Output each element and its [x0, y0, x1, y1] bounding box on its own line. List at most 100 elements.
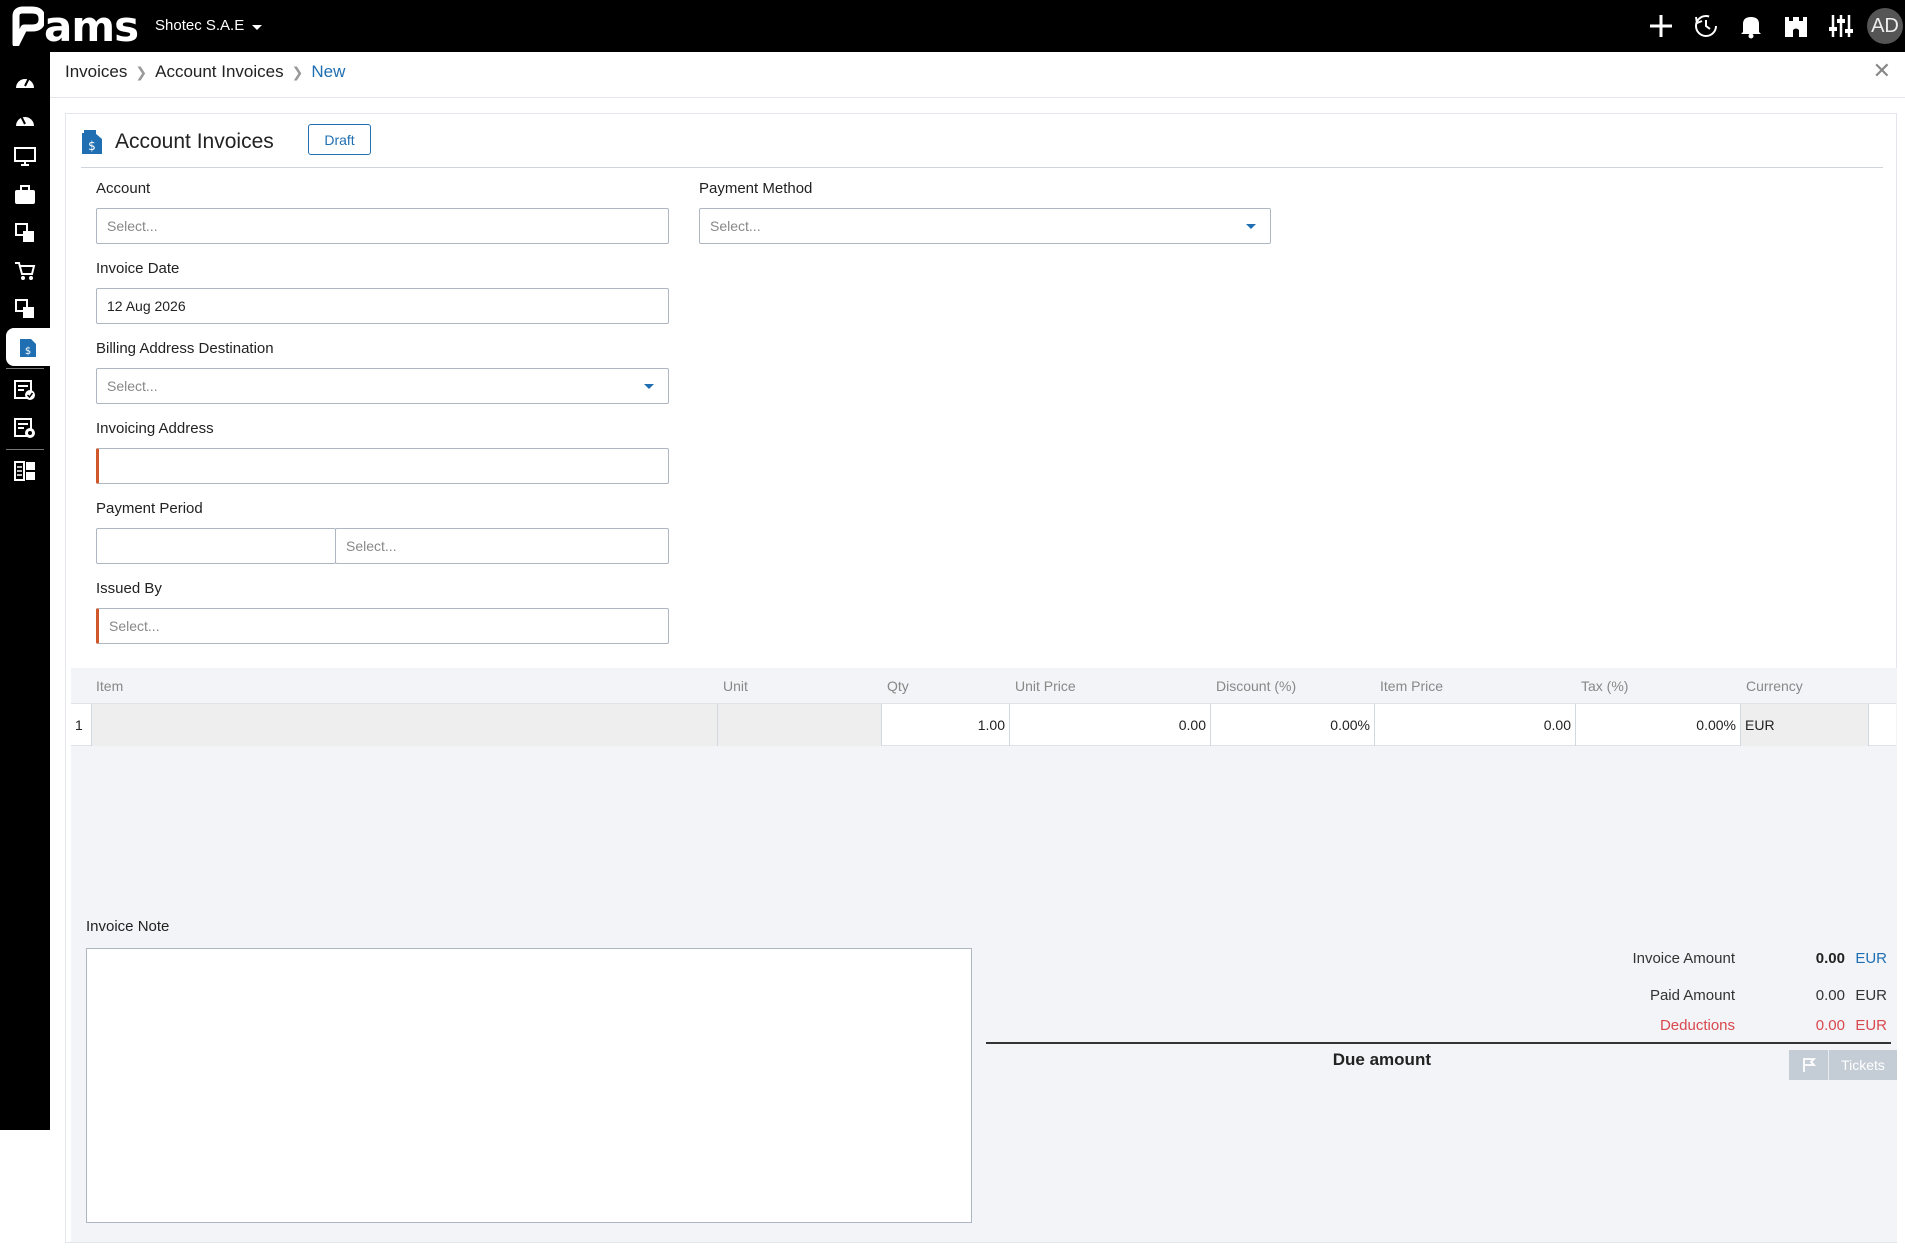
chevron-right-icon: ❯ — [291, 63, 304, 80]
issued-by-select[interactable]: Select... — [96, 608, 669, 644]
column-header-qty[interactable]: Qty — [887, 678, 909, 694]
chevron-down-icon — [252, 24, 263, 30]
column-header-item-price[interactable]: Item Price — [1380, 678, 1443, 694]
breadcrumb-new: New — [311, 62, 346, 81]
caret-down-icon — [644, 384, 654, 389]
breadcrumb-invoices[interactable]: Invoices — [65, 62, 127, 82]
payment-period-unit-placeholder: Select... — [346, 538, 397, 554]
deductions-row: Deductions 0.00 EUR — [1435, 1017, 1887, 1034]
breadcrumb: Invoices ❯ Account Invoices ❯ New — [65, 62, 345, 82]
sidebar-item-invoices[interactable]: $ — [6, 328, 50, 366]
sidebar-item-settings-doc[interactable] — [0, 409, 50, 447]
tickets-label: Tickets — [1841, 1057, 1885, 1073]
page-title: Account Invoices — [115, 130, 274, 153]
deductions-label[interactable]: Deductions — [1435, 1017, 1735, 1034]
table-row: 1 1.00 0.00 0.00% 0.00 0.00% EUR — [71, 704, 1896, 746]
cell-item-price[interactable]: 0.00 — [1375, 704, 1576, 746]
company-selector[interactable]: Shotec S.A.E — [155, 17, 263, 34]
issued-by-placeholder: Select... — [109, 618, 160, 634]
header-divider — [50, 97, 1905, 98]
form-header: $ Account Invoices — [81, 129, 274, 155]
close-icon[interactable]: ✕ — [1873, 58, 1891, 84]
logo-text: ams — [44, 1, 139, 51]
invoicing-address-input[interactable] — [96, 448, 669, 484]
avatar[interactable]: AD — [1867, 8, 1903, 44]
invoice-note-textarea[interactable] — [86, 948, 972, 1223]
column-header-currency[interactable]: Currency — [1746, 678, 1803, 694]
issued-by-label: Issued By — [96, 580, 162, 597]
company-name: Shotec S.A.E — [155, 17, 245, 34]
caret-down-icon — [1246, 224, 1256, 229]
payment-method-select[interactable]: Select... — [699, 208, 1271, 244]
breadcrumb-account-invoices[interactable]: Account Invoices — [155, 62, 284, 82]
invoice-amount-value: 0.00 — [1815, 950, 1845, 967]
grid-header: Item Unit Qty Unit Price Discount (%) It… — [71, 668, 1896, 704]
svg-text:$: $ — [25, 346, 31, 357]
monitor-icon — [14, 147, 36, 166]
sliders-icon — [1828, 15, 1853, 37]
billing-address-placeholder: Select... — [107, 378, 158, 394]
deductions-currency: EUR — [1855, 1017, 1887, 1034]
cell-unit-price[interactable]: 0.00 — [1010, 704, 1211, 746]
settings-button[interactable] — [1818, 0, 1863, 52]
sidebar-item-checklist[interactable] — [0, 371, 50, 409]
invoice-amount-currency[interactable]: EUR — [1845, 950, 1887, 967]
sidebar: $ — [0, 52, 50, 1130]
notifications-button[interactable] — [1728, 0, 1773, 52]
payment-period-unit-select[interactable]: Select... — [335, 528, 669, 564]
organization-button[interactable] — [1773, 0, 1818, 52]
column-header-tax[interactable]: Tax (%) — [1581, 678, 1628, 694]
invoice-date-input[interactable]: 12 Aug 2026 — [96, 288, 669, 324]
cell-row-actions[interactable] — [1869, 704, 1897, 746]
sidebar-divider — [6, 449, 44, 450]
documents-icon — [15, 223, 34, 242]
column-header-unit[interactable]: Unit — [723, 678, 748, 694]
sidebar-divider — [6, 368, 44, 369]
column-header-discount[interactable]: Discount (%) — [1216, 678, 1296, 694]
cell-item[interactable] — [92, 704, 718, 746]
add-button[interactable] — [1638, 0, 1683, 52]
sidebar-item-documents[interactable] — [0, 214, 50, 252]
status-draft-button[interactable]: Draft — [308, 124, 371, 155]
castle-icon — [1784, 17, 1807, 37]
invoice-date-label: Invoice Date — [96, 260, 180, 277]
cell-qty[interactable]: 1.00 — [882, 704, 1010, 746]
sidebar-item-grid[interactable] — [0, 452, 50, 490]
cell-unit[interactable] — [718, 704, 882, 746]
cart-icon — [15, 262, 36, 280]
invoice-note-label: Invoice Note — [86, 918, 170, 935]
cell-currency[interactable]: EUR — [1741, 704, 1869, 746]
sidebar-item-dashboard[interactable] — [0, 62, 50, 100]
invoice-amount-label: Invoice Amount — [1632, 950, 1735, 967]
title-divider — [81, 167, 1883, 168]
column-header-item[interactable]: Item — [96, 678, 123, 694]
chevron-right-icon: ❯ — [135, 63, 148, 80]
sidebar-item-documents-alt[interactable] — [0, 290, 50, 328]
paid-amount-value: 0.00 — [1815, 987, 1845, 1004]
history-button[interactable] — [1683, 0, 1728, 52]
account-label: Account — [96, 180, 151, 197]
billing-address-select[interactable]: Select... — [96, 368, 669, 404]
column-header-unit-price[interactable]: Unit Price — [1015, 678, 1076, 694]
sidebar-item-cart[interactable] — [0, 252, 50, 290]
billing-address-label: Billing Address Destination — [96, 340, 274, 357]
invoicing-address-label: Invoicing Address — [96, 420, 214, 437]
sidebar-item-briefcase[interactable] — [0, 176, 50, 214]
ticket-flag-icon — [1789, 1050, 1829, 1080]
sidebar-item-monitor[interactable] — [0, 138, 50, 176]
history-icon — [1694, 15, 1717, 37]
cell-tax[interactable]: 0.00% — [1576, 704, 1741, 746]
payment-method-label: Payment Method — [699, 180, 813, 197]
payment-method-placeholder: Select... — [710, 218, 761, 234]
settings-doc-icon — [14, 418, 35, 438]
due-amount-label: Due amount — [1332, 1050, 1431, 1069]
account-select[interactable]: Select... — [96, 208, 669, 244]
paid-amount-label: Paid Amount — [1649, 987, 1735, 1004]
svg-text:$: $ — [88, 139, 96, 153]
paid-amount-currency: EUR — [1855, 987, 1887, 1004]
payment-period-input[interactable] — [96, 528, 336, 564]
sidebar-item-dashboard-alt[interactable] — [0, 100, 50, 138]
app-logo[interactable]: ams — [10, 1, 139, 51]
cell-discount[interactable]: 0.00% — [1211, 704, 1375, 746]
tickets-button[interactable]: Tickets — [1789, 1050, 1897, 1080]
